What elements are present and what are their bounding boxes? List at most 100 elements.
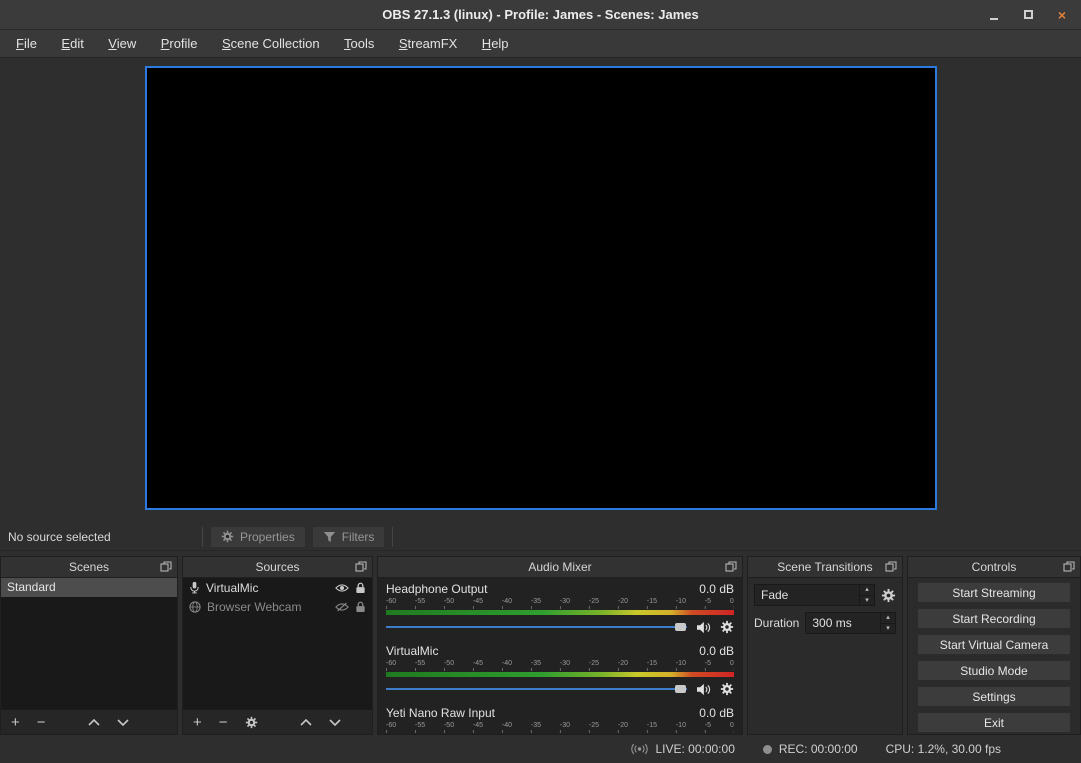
volume-slider-handle[interactable] (675, 685, 686, 693)
sources-dock-header[interactable]: Sources (183, 557, 372, 578)
dock-float-icon[interactable] (1063, 561, 1075, 572)
channel-settings-gear-icon[interactable] (720, 682, 734, 696)
scale-tick-label: -10 (676, 721, 686, 730)
scenes-list: Standard (1, 578, 177, 709)
record-dot-icon (763, 745, 772, 754)
mixer-channel-controls (386, 681, 734, 697)
minimize-button[interactable] (985, 6, 1003, 24)
filter-icon (323, 531, 336, 543)
properties-button[interactable]: Properties (210, 526, 306, 548)
menu-tools[interactable]: Tools (334, 30, 384, 57)
close-button[interactable]: × (1053, 6, 1071, 24)
duration-value[interactable]: 300 ms (806, 616, 880, 630)
lock-icon[interactable] (355, 582, 366, 594)
mixer-channel: Headphone Output 0.0 dB -60-55-50-45-40-… (386, 582, 734, 640)
menu-edit[interactable]: Edit (51, 30, 93, 57)
scale-tick-label: -10 (676, 659, 686, 668)
scale-tick-label: -15 (647, 721, 657, 730)
source-up-button[interactable] (300, 719, 312, 726)
audio-mixer-dock-title: Audio Mixer (528, 560, 591, 574)
channel-settings-gear-icon[interactable] (720, 620, 734, 634)
scene-item[interactable]: Standard (1, 578, 177, 597)
minimize-icon (990, 18, 998, 20)
source-properties-gear-icon[interactable] (245, 716, 258, 729)
controls-dock-header[interactable]: Controls (908, 557, 1080, 578)
studio-mode-button[interactable]: Studio Mode (917, 660, 1071, 681)
scale-tick-label: -20 (618, 659, 628, 668)
speaker-mute-button[interactable] (696, 621, 711, 634)
menu-view[interactable]: View (98, 30, 146, 57)
scale-tick-label: 0 (730, 721, 734, 730)
spinner-down-icon[interactable]: ▾ (881, 624, 895, 634)
source-down-button[interactable] (329, 719, 341, 726)
window-title: OBS 27.1.3 (linux) - Profile: James - Sc… (382, 7, 698, 22)
scale-tick-label: -60 (386, 659, 396, 668)
scale-tick-label: -35 (531, 721, 541, 730)
eye-icon[interactable] (335, 583, 349, 593)
menu-help[interactable]: Help (472, 30, 519, 57)
dock-float-icon[interactable] (160, 561, 172, 572)
scene-up-button[interactable] (88, 719, 100, 726)
scene-down-button[interactable] (117, 719, 129, 726)
add-scene-button[interactable]: + (11, 715, 20, 730)
menu-file[interactable]: File (6, 30, 47, 57)
start-virtual-camera-button[interactable]: Start Virtual Camera (917, 634, 1071, 655)
scale-tick-label: -60 (386, 721, 396, 730)
source-row[interactable]: VirtualMic (183, 578, 372, 597)
titlebar[interactable]: OBS 27.1.3 (linux) - Profile: James - Sc… (0, 0, 1081, 30)
transition-select-spinner: ▴ ▾ (859, 585, 874, 605)
eye-slash-icon[interactable] (335, 602, 349, 612)
spinner-up-icon[interactable]: ▴ (860, 585, 874, 596)
mixer-channel-top: Headphone Output 0.0 dB (386, 582, 734, 597)
scale-tick-label: -45 (473, 659, 483, 668)
obs-window: OBS 27.1.3 (linux) - Profile: James - Sc… (0, 0, 1081, 763)
scale-tick-label: -30 (560, 597, 570, 606)
menu-profile[interactable]: Profile (151, 30, 208, 57)
lock-icon[interactable] (355, 601, 366, 613)
mixer-channel-name: Yeti Nano Raw Input (386, 706, 495, 721)
source-toolbar: No source selected Properties Filters (0, 523, 1081, 551)
add-source-button[interactable]: + (193, 715, 202, 730)
menu-bar: File Edit View Profile Scene Collection … (0, 30, 1081, 58)
transition-select[interactable]: Fade ▴ ▾ (754, 584, 875, 606)
audio-mixer-dock: Audio Mixer Headphone Output 0.0 dB -60 -… (377, 556, 743, 735)
scale-tick-label: -55 (415, 597, 425, 606)
speaker-mute-button[interactable] (696, 683, 711, 696)
live-status: LIVE: 00:00:00 (655, 742, 734, 756)
start-recording-button[interactable]: Start Recording (917, 608, 1071, 629)
dock-float-icon[interactable] (885, 561, 897, 572)
meter-ticks (386, 668, 734, 671)
audio-mixer-dock-header[interactable]: Audio Mixer (378, 557, 742, 578)
menu-scene-collection[interactable]: Scene Collection (212, 30, 330, 57)
preview-canvas[interactable] (145, 66, 937, 510)
exit-button[interactable]: Exit (917, 712, 1071, 733)
menu-streamfx[interactable]: StreamFX (389, 30, 468, 57)
dock-float-icon[interactable] (355, 561, 367, 572)
scene-transitions-dock-header[interactable]: Scene Transitions (748, 557, 902, 578)
settings-button[interactable]: Settings (917, 686, 1071, 707)
scale-tick-label: 0 (730, 597, 734, 606)
mixer-channel-top: VirtualMic 0.0 dB (386, 644, 734, 659)
scenes-dock-header[interactable]: Scenes (1, 557, 177, 578)
dock-float-icon[interactable] (725, 561, 737, 572)
spinner-down-icon[interactable]: ▾ (860, 596, 874, 606)
duration-spinner: ▴ ▾ (880, 613, 895, 633)
duration-spinbox[interactable]: 300 ms ▴ ▾ (805, 612, 896, 634)
volume-slider[interactable] (386, 623, 687, 631)
volume-slider[interactable] (386, 685, 687, 693)
mixer-channel-top: Yeti Nano Raw Input 0.0 dB (386, 706, 734, 721)
volume-meter (386, 672, 734, 677)
volume-slider-handle[interactable] (675, 623, 686, 631)
source-row[interactable]: Browser Webcam (183, 597, 372, 616)
maximize-button[interactable] (1019, 6, 1037, 24)
remove-scene-button[interactable]: − (37, 715, 46, 730)
scale-tick-label: -30 (560, 721, 570, 730)
scene-transitions-dock-title: Scene Transitions (777, 560, 872, 574)
scale-tick-label: -35 (531, 597, 541, 606)
filters-button[interactable]: Filters (312, 526, 386, 548)
spinner-up-icon[interactable]: ▴ (881, 613, 895, 624)
dock-row: Scenes Standard + − Sources (0, 556, 1081, 735)
transition-properties-gear-icon[interactable] (881, 588, 896, 603)
start-streaming-button[interactable]: Start Streaming (917, 582, 1071, 603)
remove-source-button[interactable]: − (219, 715, 228, 730)
